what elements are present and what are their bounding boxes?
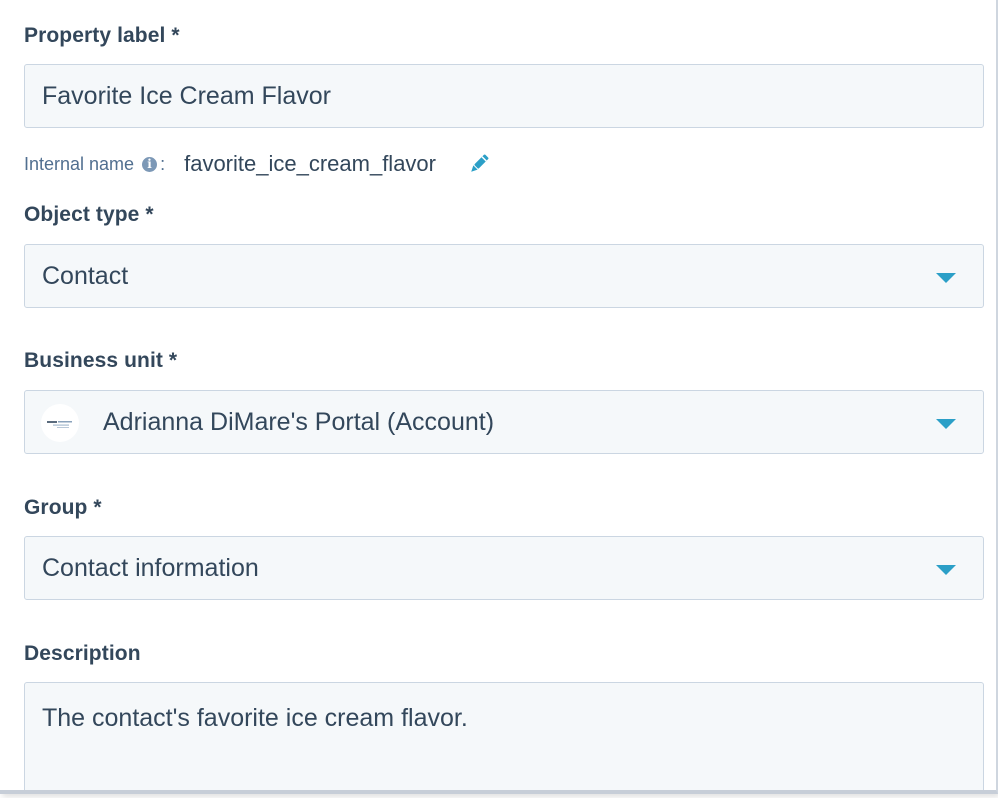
property-form-panel: Property label * Favorite Ice Cream Flav… [0, 0, 998, 794]
internal-name-colon: : [160, 153, 166, 174]
internal-name-label: Internal name [24, 153, 135, 174]
business-unit-heading: Business unit * [24, 349, 178, 372]
chevron-down-icon [936, 419, 956, 429]
property-label-heading: Property label * [24, 24, 180, 47]
chevron-down-icon [936, 565, 956, 575]
chevron-down-icon [936, 273, 956, 283]
business-unit-select[interactable]: Adrianna DiMare's Portal (Account) [24, 390, 984, 454]
description-heading: Description [24, 642, 141, 665]
description-value: The contact's favorite ice cream flavor. [42, 704, 468, 732]
info-icon[interactable]: i [142, 156, 158, 172]
property-label-value: Favorite Ice Cream Flavor [42, 82, 331, 110]
object-type-value: Contact [42, 262, 129, 290]
description-textarea[interactable]: The contact's favorite ice cream flavor. [24, 682, 984, 790]
group-select[interactable]: Contact information [24, 536, 984, 600]
object-type-heading: Object type * [24, 203, 154, 226]
group-value: Contact information [42, 554, 259, 582]
property-label-input[interactable]: Favorite Ice Cream Flavor [24, 64, 984, 128]
pencil-icon[interactable] [468, 153, 490, 175]
object-type-select[interactable]: Contact [24, 244, 984, 308]
internal-name-row: Internal name i : favorite_ice_cream_fla… [24, 150, 490, 178]
group-heading: Group * [24, 496, 102, 519]
business-unit-logo-icon [41, 404, 79, 442]
business-unit-value: Adrianna DiMare's Portal (Account) [103, 408, 495, 436]
internal-name-value: favorite_ice_cream_flavor [184, 151, 436, 176]
